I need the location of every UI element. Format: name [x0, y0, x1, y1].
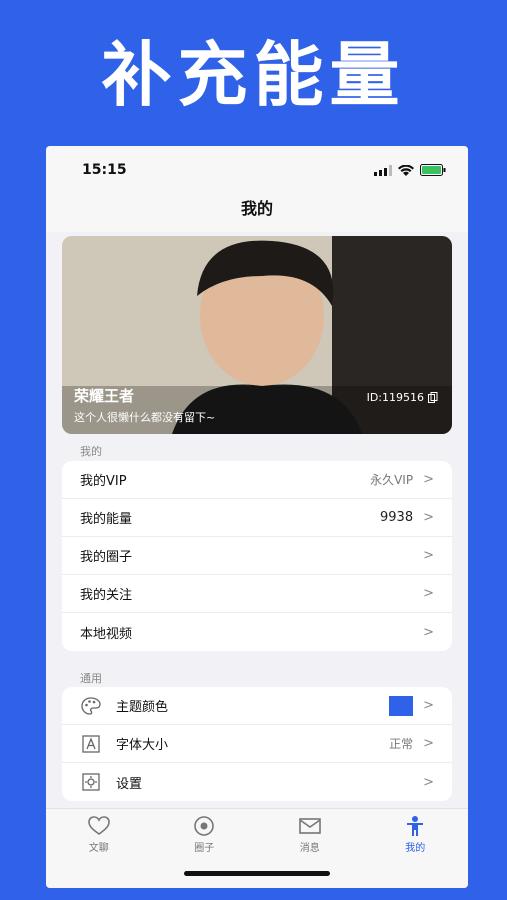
row-label: 我的VIP: [80, 474, 127, 489]
row-my-follows[interactable]: 我的关注 >: [62, 575, 452, 613]
row-local-video[interactable]: 本地视频 >: [62, 613, 452, 651]
phone-screen: 15:15 我的 荣耀王者 这个人很懒什么都没有留下~ ID:119516 我的…: [46, 146, 468, 888]
profile-description: 这个人很懒什么都没有留下~: [74, 411, 216, 424]
status-time: 15:15: [82, 162, 127, 178]
battery-icon: [420, 164, 446, 176]
theme-color-swatch: [389, 695, 414, 716]
tab-label: 消息: [299, 843, 320, 854]
eye-icon: [152, 815, 258, 837]
tab-label: 圈子: [194, 843, 215, 854]
tab-mine[interactable]: 我的: [363, 809, 469, 888]
row-label: 主题颜色: [116, 700, 169, 715]
tab-bar: 文聊 圈子 消息 我的: [46, 808, 468, 888]
settings-icon: [80, 773, 102, 791]
copy-icon[interactable]: [428, 392, 438, 403]
chevron-right-icon: >: [423, 586, 434, 601]
row-my-energy[interactable]: 我的能量 9938 >: [62, 499, 452, 537]
profile-banner[interactable]: 荣耀王者 这个人很懒什么都没有留下~ ID:119516: [62, 236, 452, 434]
profile-id-text: ID:119516: [366, 391, 424, 404]
tab-chat[interactable]: 文聊: [46, 809, 152, 888]
general-card: 主题颜色 > 字体大小 正常 > 设置 >: [62, 687, 452, 801]
chevron-right-icon: >: [423, 548, 434, 563]
row-label: 我的关注: [80, 588, 133, 603]
tab-label: 文聊: [88, 843, 109, 854]
person-icon: [363, 815, 469, 837]
row-label: 设置: [116, 776, 143, 792]
section-label-mine: 我的: [80, 445, 102, 458]
font-size-icon: [80, 734, 102, 753]
profile-id[interactable]: ID:119516: [367, 391, 438, 404]
row-label: 字体大小: [116, 738, 169, 753]
row-label: 我的能量: [80, 512, 133, 527]
palette-icon: [80, 696, 102, 715]
heart-icon: [46, 815, 152, 837]
status-icons: [374, 164, 446, 176]
tab-circle[interactable]: 圈子: [152, 809, 258, 888]
chevron-right-icon: >: [423, 510, 434, 525]
status-bar: 15:15: [46, 146, 468, 194]
section-label-general: 通用: [80, 672, 102, 685]
chevron-right-icon: >: [423, 774, 434, 790]
profile-name: 荣耀王者: [74, 387, 135, 405]
tab-messages[interactable]: 消息: [257, 809, 363, 888]
tab-label: 我的: [405, 843, 426, 854]
row-value: 正常: [389, 737, 414, 751]
chevron-right-icon: >: [423, 472, 434, 487]
promo-title: 补充能量: [101, 34, 406, 116]
signal-icon: [374, 164, 392, 176]
row-my-circle[interactable]: 我的圈子 >: [62, 537, 452, 575]
wifi-icon: [398, 164, 414, 176]
row-value: 永久VIP: [370, 473, 414, 487]
row-my-vip[interactable]: 我的VIP 永久VIP >: [62, 461, 452, 499]
chevron-right-icon: >: [423, 698, 434, 713]
row-settings[interactable]: 设置 >: [62, 763, 452, 801]
chevron-right-icon: >: [423, 736, 434, 751]
mail-icon: [257, 815, 363, 837]
row-label: 我的圈子: [80, 550, 133, 565]
mine-card: 我的VIP 永久VIP > 我的能量 9938 > 我的圈子 > 我的关注 > …: [62, 461, 452, 651]
row-font-size[interactable]: 字体大小 正常 >: [62, 725, 452, 763]
row-value: 9938: [380, 510, 414, 525]
row-theme-color[interactable]: 主题颜色 >: [62, 687, 452, 725]
chevron-right-icon: >: [423, 624, 434, 640]
row-label: 本地视频: [80, 626, 133, 642]
page-title: 我的: [46, 194, 468, 232]
home-indicator[interactable]: [184, 871, 330, 876]
